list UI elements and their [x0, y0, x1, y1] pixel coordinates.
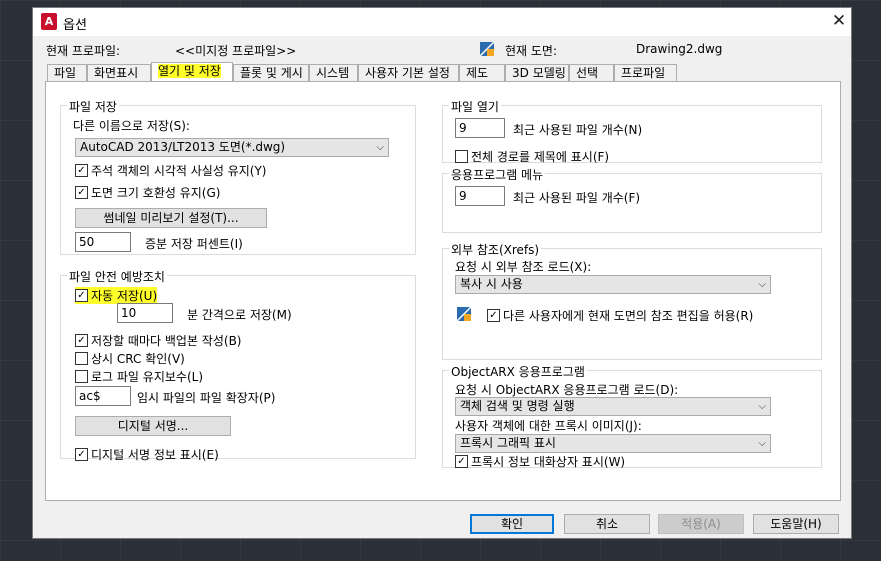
- tab-profiles[interactable]: 프로파일: [614, 64, 677, 81]
- drawing-icon: [480, 42, 494, 56]
- digital-signature-button[interactable]: 디지털 서명...: [75, 416, 231, 436]
- title-bar: A 옵션 ✕: [33, 8, 851, 36]
- close-icon[interactable]: ✕: [828, 10, 850, 32]
- menu-recent-files-label: 최근 사용된 파일 개수(F): [513, 191, 641, 205]
- current-drawing-value: Drawing2.dwg: [636, 42, 723, 56]
- current-drawing-label: 현재 도면:: [505, 44, 558, 58]
- menu-recent-files-input[interactable]: 9: [455, 186, 505, 206]
- tab-user-preferences[interactable]: 사용자 기본 설정: [358, 64, 459, 81]
- file-safety-group: 파일 안전 예방조치 ✓ 자동 저장(U) 10 분 간격으로 저장(M) ✓ …: [60, 268, 416, 462]
- save-as-dropdown[interactable]: AutoCAD 2013/LT2013 도면(*.dwg) ⌵: [75, 138, 389, 157]
- xref-icon: [457, 307, 471, 321]
- chevron-down-icon: ⌵: [758, 401, 766, 412]
- objectarx-group: ObjectARX 응용프로그램 요청 시 ObjectARX 응용프로그램 로…: [442, 363, 822, 470]
- cancel-button[interactable]: 취소: [564, 514, 650, 534]
- checkbox-box: [75, 370, 88, 383]
- drawing-size-checkbox[interactable]: ✓ 도면 크기 호환성 유지(G): [75, 184, 220, 201]
- incremental-save-label: 증분 저장 퍼센트(I): [145, 237, 243, 251]
- profile-value: <<미지정 프로파일>>: [175, 44, 297, 58]
- tab-panel: 파일 저장 다른 이름으로 저장(S): AutoCAD 2013/LT2013…: [45, 81, 841, 501]
- tab-selection[interactable]: 선택: [569, 64, 614, 81]
- backup-checkbox[interactable]: ✓ 저장할 때마다 백업본 작성(B): [75, 332, 241, 349]
- show-signature-checkbox[interactable]: ✓ 디지털 서명 정보 표시(E): [75, 446, 219, 463]
- autosave-minutes-input[interactable]: 10: [117, 303, 173, 323]
- file-save-group: 파일 저장 다른 이름으로 저장(S): AutoCAD 2013/LT2013…: [60, 98, 416, 255]
- xrefs-title: 외부 참조(Xrefs): [449, 241, 542, 258]
- chevron-down-icon: ⌵: [376, 142, 384, 153]
- checkbox-box: ✓: [75, 448, 88, 461]
- chevron-down-icon: ⌵: [758, 438, 766, 449]
- autosave-minutes-label: 분 간격으로 저장(M): [187, 308, 292, 322]
- app-menu-title: 응용프로그램 메뉴: [449, 166, 546, 183]
- ok-button[interactable]: 확인: [470, 514, 554, 534]
- tab-display[interactable]: 화면표시: [87, 64, 151, 81]
- autosave-checkbox[interactable]: ✓ 자동 저장(U): [75, 287, 158, 304]
- file-save-title: 파일 저장: [67, 98, 119, 115]
- checkbox-box: ✓: [455, 455, 468, 468]
- tab-plot-and-publish[interactable]: 플롯 및 게시: [233, 64, 309, 81]
- checkbox-box: ✓: [75, 186, 88, 199]
- allow-xref-edit-checkbox[interactable]: ✓ 다른 사용자에게 현재 도면의 참조 편집을 허용(R): [487, 307, 753, 324]
- proxy-info-checkbox[interactable]: ✓ 프록시 정보 대화상자 표시(W): [455, 453, 625, 470]
- xref-demand-load-label: 요청 시 외부 참조 로드(X):: [455, 260, 592, 274]
- profile-label: 현재 프로파일:: [46, 44, 121, 58]
- crc-checkbox[interactable]: 상시 CRC 확인(V): [75, 350, 185, 367]
- autocad-app-icon: A: [41, 13, 57, 30]
- checkbox-box: [75, 352, 88, 365]
- save-as-label: 다른 이름으로 저장(S):: [73, 119, 190, 133]
- xref-demand-load-dropdown[interactable]: 복사 시 사용 ⌵: [455, 275, 771, 294]
- temp-extension-input[interactable]: ac$: [75, 386, 131, 406]
- proxy-image-dropdown[interactable]: 프록시 그래픽 표시 ⌵: [455, 434, 771, 453]
- app-menu-group: 응용프로그램 메뉴 9 최근 사용된 파일 개수(F): [442, 166, 822, 233]
- help-button[interactable]: 도움말(H): [753, 514, 839, 534]
- full-path-checkbox[interactable]: 전체 경로를 제목에 표시(F): [455, 148, 609, 165]
- recent-files-input[interactable]: 9: [455, 118, 505, 138]
- chevron-down-icon: ⌵: [758, 279, 766, 290]
- incremental-save-input[interactable]: 50: [75, 232, 131, 252]
- window-title: 옵션: [63, 18, 87, 33]
- thumbnail-settings-button[interactable]: 썸네일 미리보기 설정(T)...: [75, 208, 267, 228]
- xrefs-group: 외부 참조(Xrefs) 요청 시 외부 참조 로드(X): 복사 시 사용 ⌵ …: [442, 241, 822, 360]
- file-safety-title: 파일 안전 예방조치: [67, 268, 167, 285]
- temp-extension-label: 임시 파일의 파일 확장자(P): [137, 391, 276, 405]
- file-open-title: 파일 열기: [449, 98, 501, 115]
- objectarx-title: ObjectARX 응용프로그램: [449, 363, 587, 380]
- tab-files[interactable]: 파일: [47, 64, 87, 81]
- tab-open-and-save[interactable]: 열기 및 저장: [151, 62, 233, 82]
- arx-demand-load-dropdown[interactable]: 객체 검색 및 명령 실행 ⌵: [455, 397, 771, 416]
- options-dialog: A 옵션 ✕ 현재 프로파일: <<미지정 프로파일>> 현재 도면: Draw…: [32, 7, 852, 539]
- proxy-image-label: 사용자 객체에 대한 프록시 이미지(J):: [455, 419, 642, 433]
- file-open-group: 파일 열기 9 최근 사용된 파일 개수(N) 전체 경로를 제목에 표시(F): [442, 98, 822, 165]
- log-file-checkbox[interactable]: 로그 파일 유지보수(L): [75, 368, 203, 385]
- checkbox-box: ✓: [75, 334, 88, 347]
- checkbox-box: [455, 150, 468, 163]
- recent-files-label: 최근 사용된 파일 개수(N): [513, 123, 643, 137]
- checkbox-box: ✓: [75, 164, 88, 177]
- checkbox-box: ✓: [487, 309, 500, 322]
- tab-system[interactable]: 시스템: [309, 64, 358, 81]
- checkbox-box: ✓: [75, 289, 88, 302]
- apply-button[interactable]: 적용(A): [658, 514, 744, 534]
- tab-drafting[interactable]: 제도: [459, 64, 505, 81]
- tab-3d-modeling[interactable]: 3D 모델링: [505, 64, 569, 81]
- arx-demand-load-label: 요청 시 ObjectARX 응용프로그램 로드(D):: [455, 383, 679, 397]
- annotation-visual-checkbox[interactable]: ✓ 주석 객체의 시각적 사실성 유지(Y): [75, 162, 266, 179]
